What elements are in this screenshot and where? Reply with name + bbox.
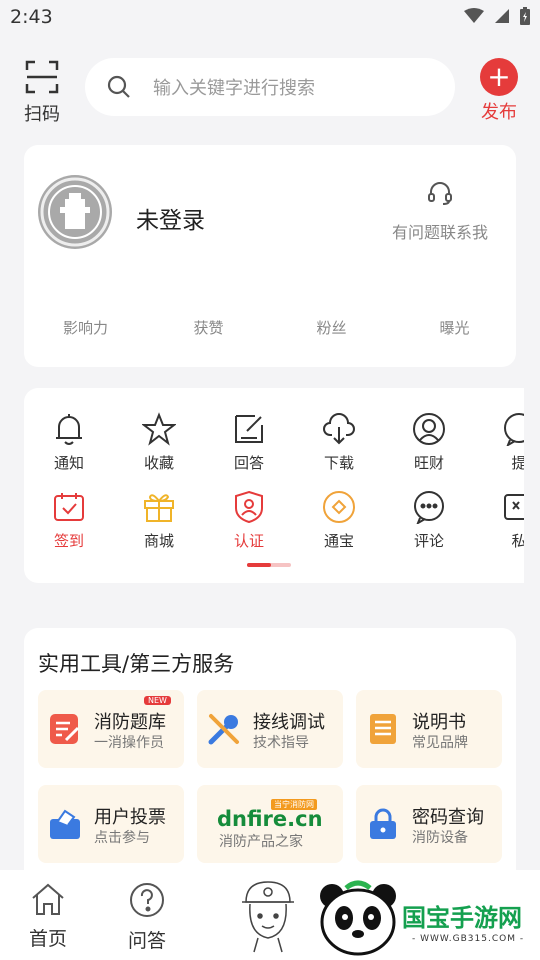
menu-item-wangcai[interactable]: 旺财 [384, 410, 474, 473]
search-input[interactable]: 输入关键字进行搜索 [85, 58, 455, 116]
tool-dnfire[interactable]: 当宁消防网 dnfire.cn 消防产品之家 [197, 785, 343, 863]
person-icon [413, 413, 445, 445]
menu-item-favorites[interactable]: 收藏 [114, 410, 204, 473]
stat-likes[interactable]: 获赞 [147, 317, 270, 338]
home-icon [32, 883, 64, 915]
chat-icon [504, 413, 524, 446]
menu-item-certify[interactable]: 认证 [204, 488, 294, 551]
tools-card: 实用工具/第三方服务 NEW 消防题库 一消操作员 接线调试 技术指导 说明书 … [24, 628, 516, 888]
scan-icon [25, 60, 59, 94]
stat-exposure[interactable]: 曝光 [393, 317, 516, 338]
vote-icon [50, 809, 80, 839]
page-indicator [247, 563, 291, 567]
stat-fans[interactable]: 粉丝 [270, 317, 393, 338]
menu-item-download[interactable]: 下载 [294, 410, 384, 473]
signal-icon [495, 9, 509, 23]
headset-icon [427, 182, 452, 205]
watermark: 国宝手游网 - WWW.GB315.COM - [300, 870, 540, 960]
question-icon [130, 883, 164, 917]
watermark-url: - WWW.GB315.COM - [412, 934, 525, 944]
panda-logo-icon [320, 880, 396, 956]
quiz-icon [50, 714, 80, 744]
tools-title: 实用工具/第三方服务 [38, 652, 235, 676]
watermark-brand: 国宝手游网 [402, 904, 522, 932]
scan-label: 扫码 [24, 104, 60, 125]
battery-icon [520, 7, 530, 25]
menu-item-comment[interactable]: 评论 [384, 488, 474, 551]
menu-item-checkin[interactable]: 签到 [24, 488, 114, 551]
menu-item-answers[interactable]: 回答 [204, 410, 294, 473]
wifi-icon [464, 8, 484, 23]
tool-password[interactable]: 密码查询 消防设备 [356, 785, 502, 863]
tool-wiring[interactable]: 接线调试 技术指导 [197, 690, 343, 768]
search-icon [107, 75, 130, 98]
tool-fire-quiz[interactable]: NEW 消防题库 一消操作员 [38, 690, 184, 768]
login-status[interactable]: 未登录 [136, 201, 205, 235]
shield-user-icon [235, 490, 263, 524]
comment-icon [414, 491, 444, 524]
menu-row-2: 签到 商城 认证 通宝 评论 私 [24, 488, 524, 551]
edit-icon [235, 415, 263, 443]
menu-item-notify[interactable]: 通知 [24, 410, 114, 473]
stat-influence[interactable]: 影响力 [24, 317, 147, 338]
tool-manual[interactable]: 说明书 常见品牌 [356, 690, 502, 768]
gift-icon [144, 494, 174, 522]
menu-item-tongbao[interactable]: 通宝 [294, 488, 384, 551]
status-bar: 2:43 [0, 0, 540, 36]
new-badge: NEW [144, 696, 171, 705]
menu-item-private[interactable]: 私 [474, 488, 524, 551]
contact-button[interactable]: 有问题联系我 [392, 179, 488, 243]
menu-row-1: 通知 收藏 回答 下载 旺财 提 [24, 410, 524, 473]
nav-home[interactable]: 首页 [18, 882, 78, 951]
menu-item-ask[interactable]: 提 [474, 410, 524, 473]
wrench-icon [208, 714, 239, 745]
bell-icon [56, 414, 82, 445]
contact-label: 有问题联系我 [391, 223, 488, 242]
nav-qa[interactable]: 问答 [117, 882, 177, 953]
calendar-check-icon [54, 493, 84, 521]
menu-card: 通知 收藏 回答 下载 旺财 提 签到 商城 认证 通宝 评论 私 [24, 388, 524, 583]
hydrant-logo-icon [40, 177, 110, 247]
dnfire-logo: dnfire.cn [217, 807, 323, 831]
cloud-download-icon [323, 413, 355, 445]
profile-stats: 影响力 获赞 粉丝 曝光 [24, 317, 516, 338]
publish-button[interactable]: + 发布 [478, 58, 520, 124]
scan-button[interactable]: 扫码 [20, 60, 64, 126]
page-indicator-active [247, 563, 271, 567]
nav-mascot[interactable] [238, 878, 298, 958]
coin-icon [323, 491, 355, 523]
top-bar: 扫码 输入关键字进行搜索 + 发布 [0, 50, 540, 130]
status-time: 2:43 [10, 6, 53, 28]
avatar[interactable] [38, 175, 112, 249]
plus-icon: + [480, 58, 518, 96]
status-icons [464, 7, 530, 25]
profile-card: 未登录 有问题联系我 影响力 获赞 粉丝 曝光 [24, 145, 516, 367]
firefighter-mascot-icon [242, 881, 294, 953]
manual-icon [370, 714, 396, 744]
search-placeholder: 输入关键字进行搜索 [153, 78, 315, 99]
star-icon [142, 412, 176, 446]
lock-icon [370, 808, 396, 839]
tool-vote[interactable]: 用户投票 点击参与 [38, 785, 184, 863]
publish-label: 发布 [481, 102, 517, 123]
menu-item-mall[interactable]: 商城 [114, 488, 204, 551]
message-icon [504, 494, 524, 520]
